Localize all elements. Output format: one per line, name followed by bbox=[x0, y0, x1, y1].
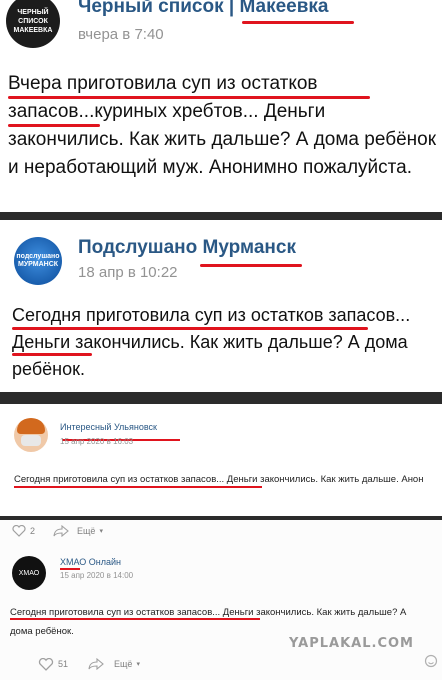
highlight-underline bbox=[12, 353, 92, 356]
share-icon bbox=[53, 525, 69, 537]
highlight-underline bbox=[14, 486, 262, 488]
more-button[interactable]: Ещё ▾ bbox=[114, 659, 140, 669]
community-avatar[interactable]: ЧЕРНЫЙ СПИСОК МАКЕЕВКА bbox=[6, 0, 60, 48]
avatar-text: ХМАО bbox=[18, 569, 40, 577]
highlight-underline bbox=[12, 327, 368, 330]
like-count: 2 bbox=[30, 526, 36, 536]
post-date: 15 апр 2020 в 16:03 bbox=[60, 437, 134, 446]
share-button[interactable] bbox=[88, 658, 104, 670]
avatar-text: ЧЕРНЫЙ СПИСОК МАКЕЕВКА bbox=[13, 8, 53, 34]
community-avatar[interactable]: ХМАО bbox=[12, 556, 46, 590]
community-name-link[interactable]: Подслушано Мурманск bbox=[78, 237, 296, 259]
like-button[interactable]: 2 bbox=[12, 525, 35, 537]
post-actions: 51 Ещё ▾ bbox=[38, 656, 140, 672]
community-name-link[interactable]: Интересный Ульяновск bbox=[60, 422, 157, 432]
watermark-icon bbox=[424, 654, 438, 668]
share-icon bbox=[88, 658, 104, 670]
heart-icon bbox=[38, 657, 54, 671]
community-name-link[interactable]: Черный список | Макеевка bbox=[78, 0, 329, 18]
highlight-underline bbox=[200, 264, 302, 267]
highlight-underline bbox=[8, 124, 100, 127]
watermark: YAPLAKAL.COM bbox=[289, 636, 414, 651]
heart-icon bbox=[12, 525, 26, 537]
post-date: 15 апр 2020 в 14:00 bbox=[60, 571, 134, 580]
chevron-down-icon: ▾ bbox=[136, 661, 140, 668]
more-label: Ещё bbox=[114, 659, 133, 669]
post-date: вчера в 7:40 bbox=[78, 26, 164, 43]
community-avatar[interactable]: подслушано МУРМАНСК bbox=[14, 237, 62, 285]
avatar-text: подслушано МУРМАНСК bbox=[16, 253, 60, 268]
post-text: Сегодня приготовила суп из остатков запа… bbox=[12, 305, 411, 379]
highlight-underline bbox=[242, 21, 354, 24]
highlight-underline bbox=[60, 568, 80, 570]
highlight-underline bbox=[10, 618, 260, 620]
avatar-hair bbox=[17, 418, 45, 434]
avatar-mask bbox=[21, 435, 41, 446]
chevron-down-icon: ▾ bbox=[99, 528, 103, 535]
post-card-3: Интересный Ульяновск 15 апр 2020 в 16:03… bbox=[0, 404, 442, 516]
highlight-underline bbox=[8, 96, 370, 99]
more-label: Ещё bbox=[77, 526, 96, 536]
more-button[interactable]: Ещё ▾ bbox=[77, 526, 103, 536]
user-avatar[interactable] bbox=[14, 418, 48, 452]
post-actions: 2 Ещё ▾ bbox=[12, 522, 103, 540]
community-name-link[interactable]: ХМАО Онлайн bbox=[60, 557, 121, 567]
like-count: 51 bbox=[58, 659, 69, 669]
like-button[interactable]: 51 bbox=[38, 657, 69, 671]
post-card-2: подслушано МУРМАНСК Подслушано Мурманск … bbox=[0, 220, 442, 392]
post-date: 18 апр в 10:22 bbox=[78, 264, 178, 281]
post-card-4: 2 Ещё ▾ ХМАО ХМАО Онлайн 15 апр 2020 в 1… bbox=[0, 520, 442, 680]
share-button[interactable] bbox=[53, 525, 69, 537]
post-card-1: ЧЕРНЫЙ СПИСОК МАКЕЕВКА Черный список | М… bbox=[0, 0, 442, 212]
